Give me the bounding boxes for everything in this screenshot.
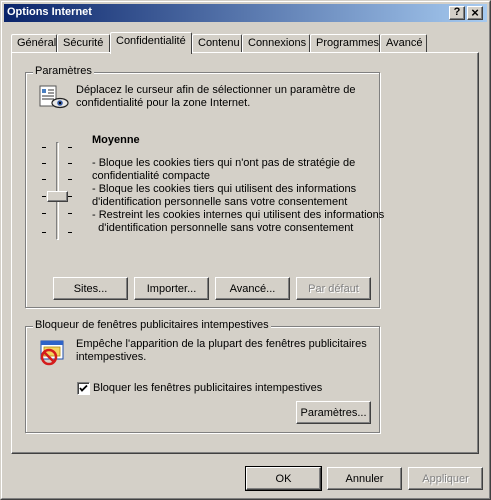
- settings-description-line1: Déplacez le curseur afin de sélectionner…: [76, 84, 356, 96]
- settings-description-line2: confidentialité pour la zone Internet.: [76, 97, 251, 109]
- popup-settings-button[interactable]: Paramètres...: [296, 401, 371, 424]
- settings-legend: Paramètres: [33, 65, 94, 77]
- import-button[interactable]: Importer...: [134, 277, 209, 300]
- privacy-level-name: Moyenne: [92, 134, 140, 146]
- slider-tick: [68, 147, 72, 148]
- level-description-line: - Restreint les cookies internes qui uti…: [92, 209, 385, 221]
- level-description-line: d'identification personnelle sans votre …: [92, 196, 348, 208]
- slider-tick: [42, 196, 46, 197]
- tab-advanced[interactable]: Avancé: [380, 34, 427, 52]
- slider-thumb[interactable]: [47, 191, 68, 202]
- popup-description-line1: Empêche l'apparition de la plupart des f…: [76, 338, 367, 350]
- popup-description-line2: intempestives.: [76, 351, 147, 363]
- slider-tick: [42, 163, 46, 164]
- slider-tick: [68, 232, 72, 233]
- slider-tick: [68, 196, 72, 197]
- help-button[interactable]: ?: [449, 6, 465, 20]
- slider-tick: [42, 147, 46, 148]
- level-description-line: d'identification personnelle sans votre …: [92, 222, 354, 234]
- slider-tick: [68, 179, 72, 180]
- ok-button[interactable]: OK: [245, 466, 322, 491]
- checkmark-icon: [79, 384, 88, 392]
- popup-blocker-legend: Bloqueur de fenêtres publicitaires intem…: [33, 319, 271, 331]
- slider-tick: [42, 232, 46, 233]
- window-title: Options Internet: [7, 6, 92, 18]
- tab-general[interactable]: Général: [11, 34, 57, 52]
- apply-button[interactable]: Appliquer: [408, 467, 483, 490]
- block-popups-label[interactable]: Bloquer les fenêtres publicitaires intem…: [93, 382, 322, 394]
- close-button[interactable]: ×: [467, 6, 483, 20]
- tab-programs[interactable]: Programmes: [310, 34, 380, 52]
- tab-security[interactable]: Sécurité: [57, 34, 110, 52]
- tab-privacy[interactable]: Confidentialité: [110, 32, 192, 54]
- block-popups-checkbox[interactable]: [77, 382, 90, 395]
- tab-connections[interactable]: Connexions: [242, 34, 310, 52]
- slider-tick: [42, 179, 46, 180]
- level-description-line: - Bloque les cookies tiers qui n'ont pas…: [92, 157, 356, 169]
- level-description-line: - Bloque les cookies tiers qui utilisent…: [92, 183, 357, 195]
- slider-tick: [68, 213, 72, 214]
- sites-button[interactable]: Sites...: [53, 277, 128, 300]
- cancel-button[interactable]: Annuler: [327, 467, 402, 490]
- level-description-line: confidentialité compacte: [92, 170, 211, 182]
- dialog-window: Options Internet ? × Général Sécurité Co…: [0, 0, 491, 500]
- slider-tick: [68, 163, 72, 164]
- advanced-button[interactable]: Avancé...: [215, 277, 290, 300]
- popup-blocker-icon: [38, 338, 68, 366]
- slider-tick: [42, 213, 46, 214]
- title-bar[interactable]: Options Internet ? ×: [4, 4, 487, 22]
- tab-content[interactable]: Contenu: [192, 34, 242, 52]
- privacy-icon: [39, 85, 69, 111]
- default-button[interactable]: Par défaut: [296, 277, 371, 300]
